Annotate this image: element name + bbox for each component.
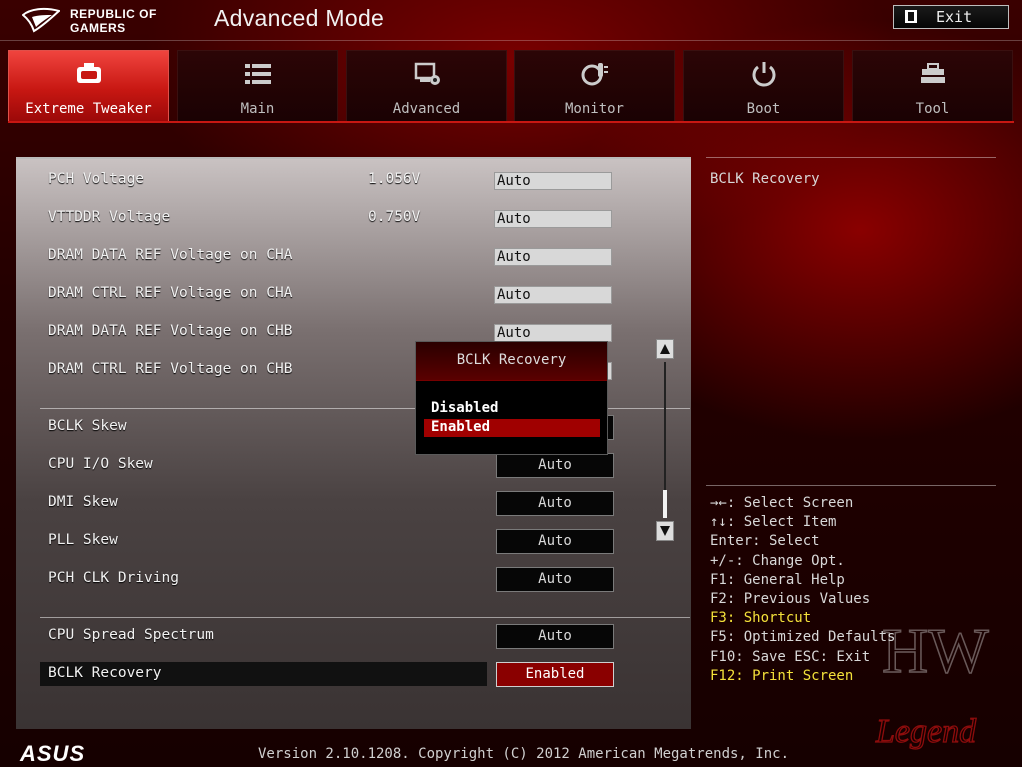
key-hint: F2: Previous Values [710,591,871,608]
tab-advanced[interactable]: Advanced [346,50,507,122]
setting-value-vttddr-voltage: 0.750V [368,209,421,225]
group-divider [40,617,690,618]
tab-tool[interactable]: Tool [852,50,1013,122]
bclk-recovery-button[interactable]: Enabled [496,662,614,687]
dmi-skew-button[interactable]: Auto [496,491,614,516]
exit-label: Exit [936,8,973,26]
setting-label-dmi-skew[interactable]: DMI Skew [48,494,118,510]
rog-logo: REPUBLIC OF GAMERS [22,4,182,40]
key-hint-shortcut[interactable]: F3: Shortcut [710,609,895,628]
setting-label-pch-clk-driving[interactable]: PCH CLK Driving [48,570,179,586]
arrow-down-icon [660,526,670,536]
key-hint: ↑↓: Select Item [710,514,837,531]
tab-label: Tool [915,101,950,117]
setting-label-pll-skew[interactable]: PLL Skew [48,532,118,548]
setting-label-cpu-io-skew[interactable]: CPU I/O Skew [48,456,153,472]
advanced-icon [414,62,440,85]
tab-label: Monitor [564,101,624,117]
pch-clk-driving-button[interactable]: Auto [496,567,614,592]
tab-underline [8,121,1014,123]
tab-extreme-tweaker[interactable]: Extreme Tweaker [8,50,169,122]
exit-door-icon [905,10,917,23]
popup-title: BCLK Recovery [416,342,607,381]
key-hint: F1: General Help [710,571,845,588]
arrow-up-icon [660,344,670,354]
tab-boot[interactable]: Boot [683,50,844,122]
popup-option-enabled[interactable]: Enabled [424,419,600,437]
key-hint: →←: Select Screen [710,495,854,511]
option-popup: BCLK Recovery Disabled Enabled [415,341,608,455]
power-icon [752,62,775,87]
key-hint: F5: Optimized Defaults [710,629,896,646]
keys-divider [706,485,996,486]
help-title: BCLK Recovery [710,171,820,187]
setting-label-vttddr-voltage[interactable]: VTTDDR Voltage [48,209,170,225]
rog-eye-icon [22,7,60,33]
tool-icon [920,63,945,83]
tab-label: Extreme Tweaker [25,101,152,117]
setting-value-pch-voltage: 1.056V [368,171,421,187]
tab-main[interactable]: Main [177,50,338,122]
vttddr-voltage-field[interactable]: Auto [494,210,612,228]
exit-button[interactable]: Exit [893,5,1009,29]
setting-label-dram-ctrl-ref-cha[interactable]: DRAM CTRL REF Voltage on CHA [48,285,292,301]
key-hint: Enter: Select [710,533,820,550]
setting-label-dram-ctrl-ref-chb[interactable]: DRAM CTRL REF Voltage on CHB [48,361,292,377]
setting-label-dram-data-ref-cha[interactable]: DRAM DATA REF Voltage on CHA [48,247,292,263]
thermometer-icon [581,63,608,86]
pch-voltage-field[interactable]: Auto [494,172,612,190]
watermark-line1: HW [882,615,989,686]
setting-label-dram-data-ref-chb[interactable]: DRAM DATA REF Voltage on CHB [48,323,292,339]
cpu-io-skew-button[interactable]: Auto [496,453,614,478]
pll-skew-button[interactable]: Auto [496,529,614,554]
key-help-list: →←: Select Screen ↑↓: Select Item Enter:… [710,494,895,686]
page-title: Advanced Mode [214,5,385,31]
tab-label: Boot [746,101,781,117]
asus-logo: ASUS [20,741,86,766]
brand-line2: GAMERS [70,21,126,35]
setting-label-bclk-recovery[interactable]: BCLK Recovery [48,665,162,681]
scroll-down-button[interactable] [656,521,674,541]
tab-label: Main [240,101,275,117]
brand-line1: REPUBLIC OF [70,7,157,21]
watermark-line2: Legend [875,713,977,750]
header-divider [0,40,1022,41]
key-hint: +/-: Change Opt. [710,552,845,569]
tab-label: Advanced [392,101,461,117]
list-icon [244,64,271,84]
version-text: Version 2.10.1208. Copyright (C) 2012 Am… [258,746,790,762]
tab-monitor[interactable]: Monitor [514,50,675,122]
key-hint-print-screen[interactable]: F12: Print Screen [710,667,895,686]
dram-ctrl-ref-cha-field[interactable]: Auto [494,286,612,304]
scrollbar-thumb[interactable] [663,490,667,518]
key-hint: F10: Save ESC: Exit [710,648,871,665]
help-divider [706,157,996,158]
setting-label-bclk-skew[interactable]: BCLK Skew [48,418,127,434]
cpu-spread-spectrum-button[interactable]: Auto [496,624,614,649]
setting-label-cpu-spread-spectrum[interactable]: CPU Spread Spectrum [48,627,214,643]
scroll-up-button[interactable] [656,339,674,359]
setting-label-pch-voltage[interactable]: PCH Voltage [48,171,144,187]
popup-option-disabled[interactable]: Disabled [424,400,600,418]
hwlegend-watermark: HW Legend [874,614,990,750]
dram-data-ref-cha-field[interactable]: Auto [494,248,612,266]
tweaker-icon [76,63,101,83]
dram-data-ref-chb-field[interactable]: Auto [494,324,612,342]
